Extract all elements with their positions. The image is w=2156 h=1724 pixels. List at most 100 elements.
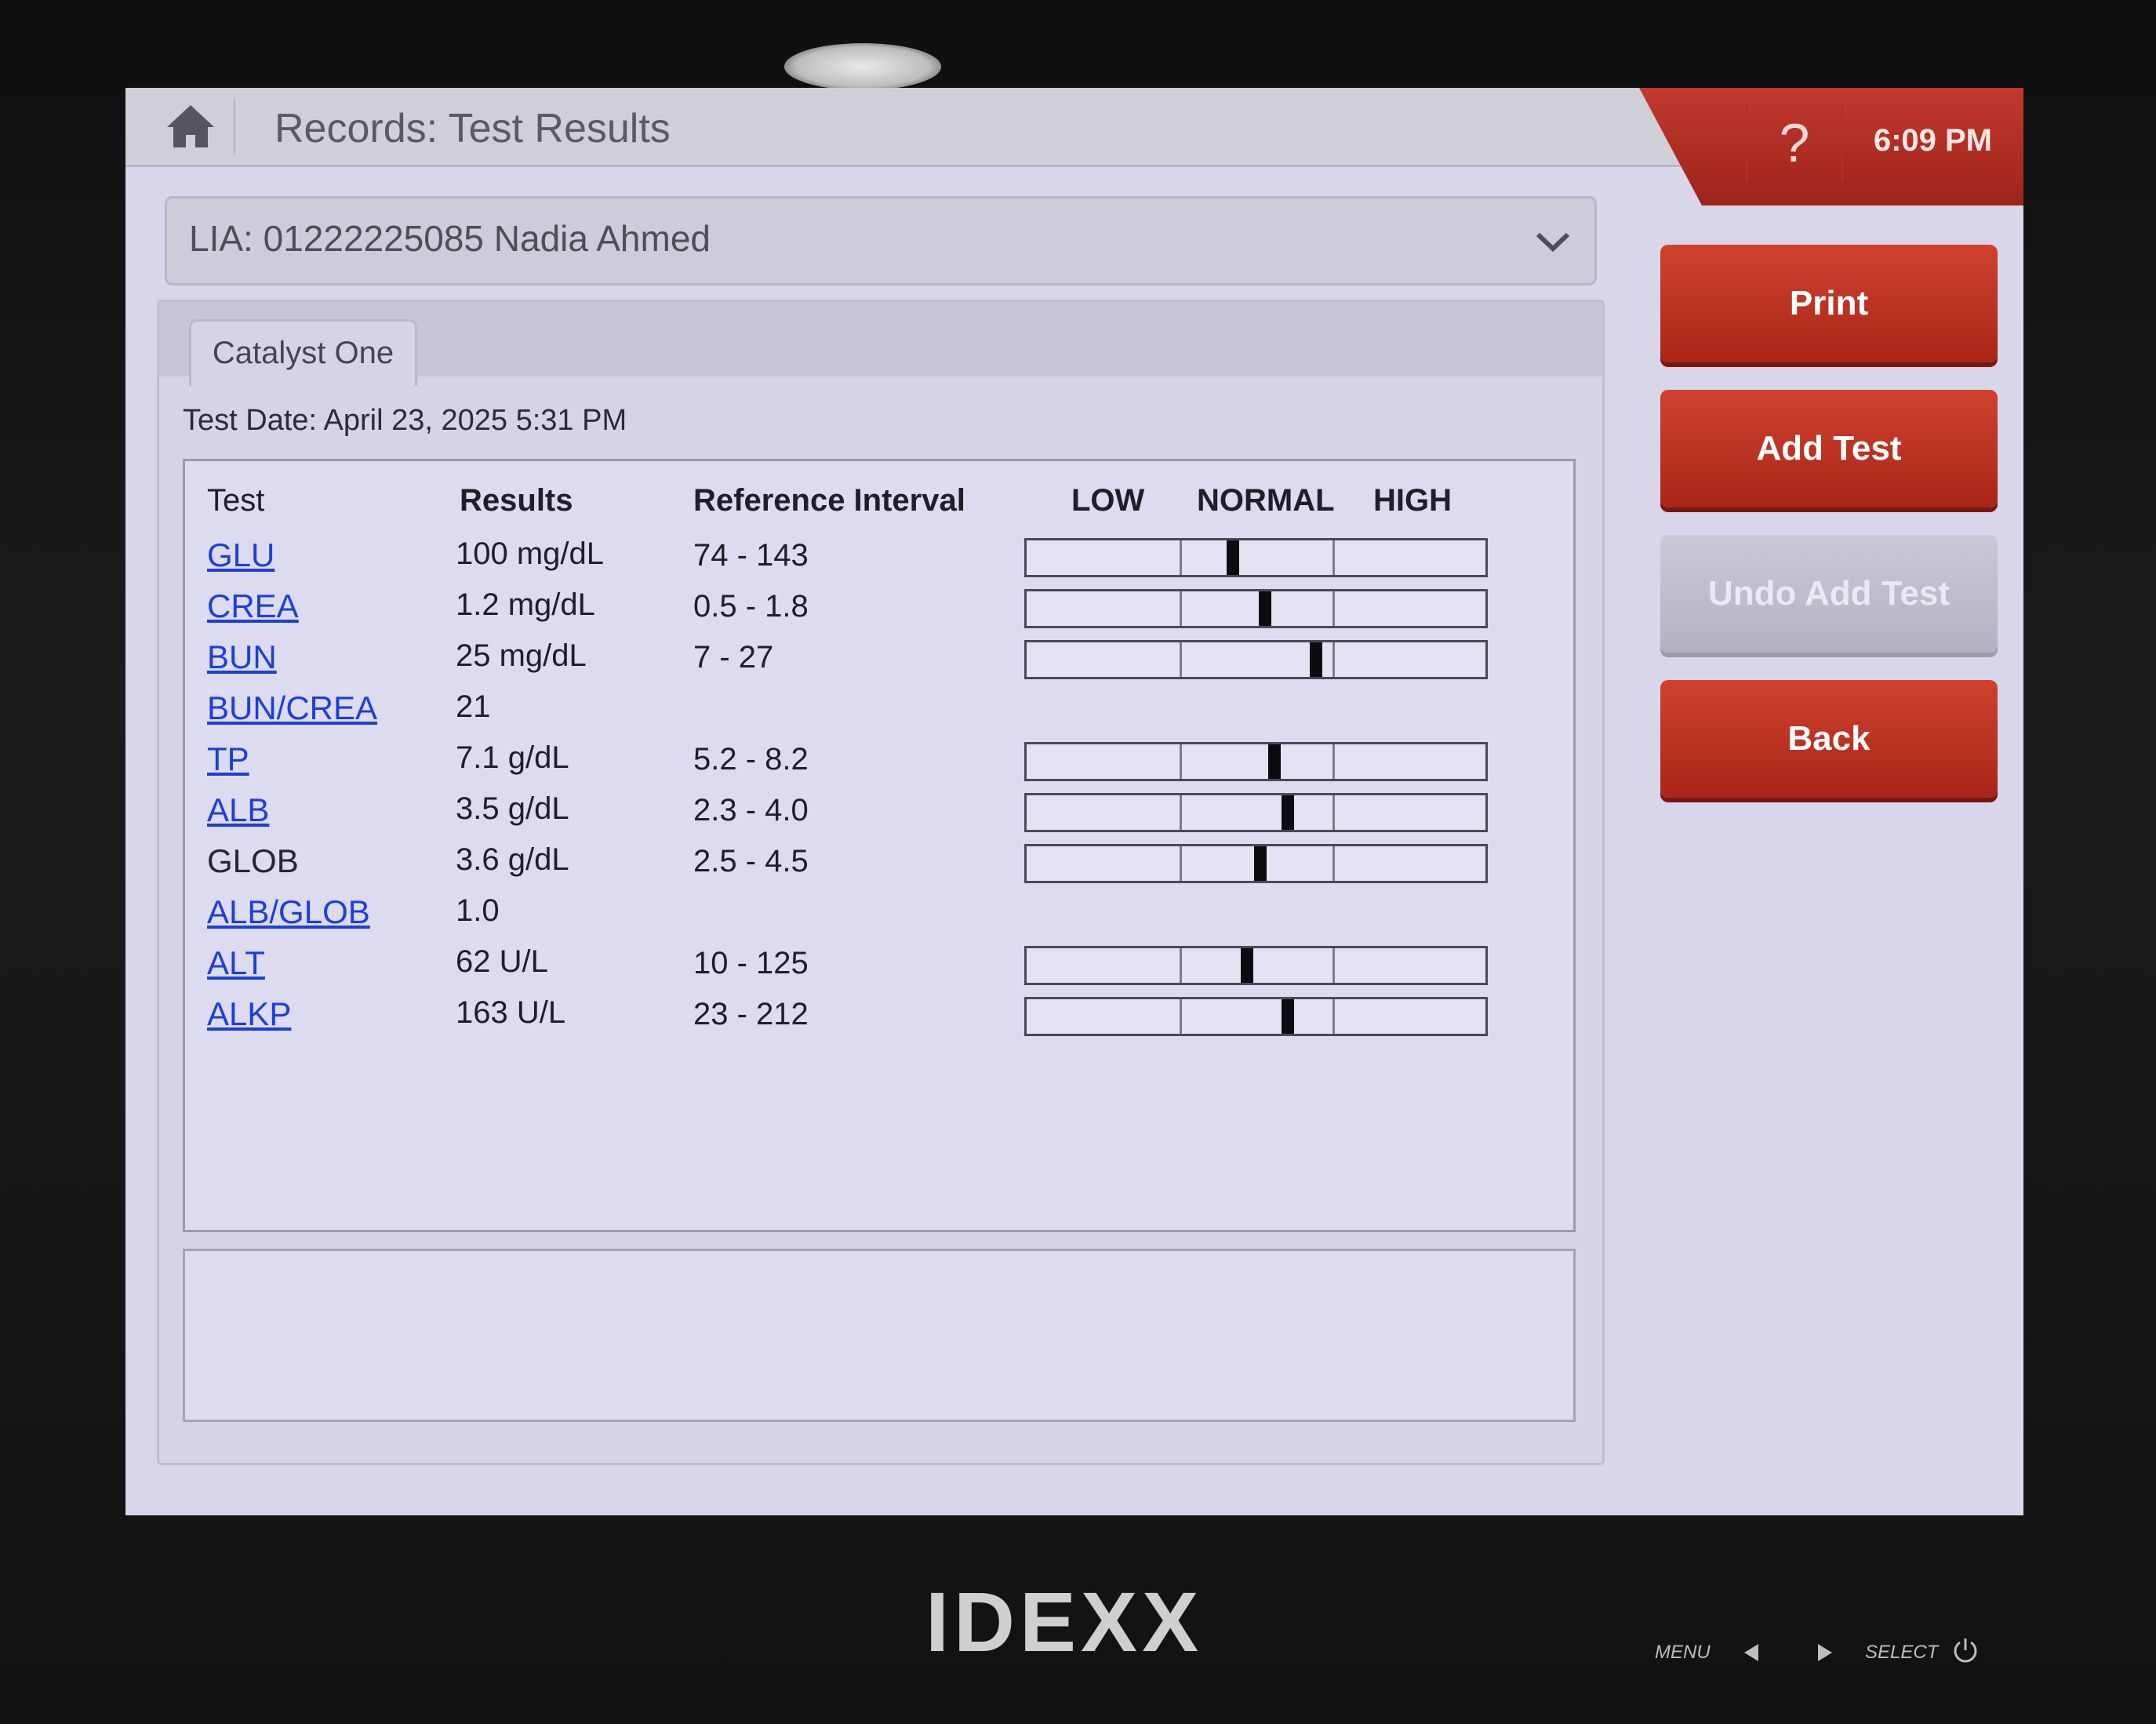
home-button[interactable] <box>147 99 235 154</box>
range-divider <box>1180 744 1182 779</box>
header-low: LOW <box>1071 483 1145 518</box>
add-test-button[interactable]: Add Test <box>1660 390 1998 507</box>
undo-add-test-button: Undo Add Test <box>1660 535 1998 653</box>
table-row: ALT 62 U/L 10 - 125 <box>185 938 1573 985</box>
camera-lens <box>784 43 941 90</box>
range-divider <box>1333 540 1335 575</box>
header-high: HIGH <box>1373 483 1452 518</box>
brand-logo: IDEXX <box>925 1574 1204 1669</box>
tab-catalyst-one[interactable]: Catalyst One <box>189 319 417 386</box>
back-button[interactable]: Back <box>1660 680 1998 798</box>
reference-interval: 2.3 - 4.0 <box>693 793 809 827</box>
test-name-alb[interactable]: ALB <box>207 791 269 829</box>
test-result: 1.2 mg/dL <box>456 587 595 622</box>
patient-selector-value: LIA: 01222225085 Nadia Ahmed <box>189 218 711 259</box>
header-normal: NORMAL <box>1197 483 1335 518</box>
range-marker <box>1267 744 1281 779</box>
test-result: 3.5 g/dL <box>456 791 569 826</box>
patient-selector[interactable]: LIA: 01222225085 Nadia Ahmed <box>165 196 1597 286</box>
reference-interval: 23 - 212 <box>693 997 809 1031</box>
range-divider <box>1333 642 1335 677</box>
range-divider <box>1180 948 1182 983</box>
clock-time: 6:09 PM <box>1873 123 1992 158</box>
table-row: BUN 25 mg/dL 7 - 27 <box>185 632 1573 679</box>
page-title: Records: Test Results <box>274 106 671 151</box>
test-name-alt[interactable]: ALT <box>207 944 265 982</box>
range-bar <box>1024 640 1488 679</box>
range-bar <box>1024 538 1488 577</box>
range-divider <box>1180 795 1182 830</box>
range-divider <box>1180 846 1182 881</box>
range-divider <box>1333 795 1335 830</box>
comments-box[interactable] <box>183 1249 1576 1422</box>
range-divider <box>1180 999 1182 1034</box>
range-marker <box>1254 846 1267 881</box>
test-result: 3.6 g/dL <box>456 842 569 877</box>
menu-button[interactable]: MENU <box>1655 1642 1711 1664</box>
test-name-alkp[interactable]: ALKP <box>207 995 291 1033</box>
table-row: CREA 1.2 mg/dL 0.5 - 1.8 <box>185 581 1573 628</box>
test-name-glu[interactable]: GLU <box>207 536 274 574</box>
test-result: 100 mg/dL <box>456 536 605 571</box>
test-result: 1.0 <box>456 893 500 928</box>
range-bar <box>1024 844 1488 883</box>
range-divider <box>1333 846 1335 881</box>
test-name-tp[interactable]: TP <box>207 740 249 778</box>
range-bar <box>1024 997 1488 1036</box>
table-row: BUN/CREA 21 <box>185 683 1573 730</box>
select-button[interactable]: SELECT <box>1865 1642 1938 1664</box>
test-result: 21 <box>456 689 491 724</box>
range-marker <box>1282 999 1295 1034</box>
help-icon: ? <box>1779 112 1810 173</box>
results-table: Test Results Reference Interval LOW NORM… <box>183 459 1576 1232</box>
table-row: TP 7.1 g/dL 5.2 - 8.2 <box>185 734 1573 781</box>
table-row: ALB 3.5 g/dL 2.3 - 4.0 <box>185 785 1573 832</box>
chevron-down-icon <box>1536 232 1570 253</box>
range-divider <box>1333 999 1335 1034</box>
table-row: GLU 100 mg/dL 74 - 143 <box>185 530 1573 577</box>
screen: Records: Test Results ? 6:09 PM LIA: 012… <box>125 88 2023 1515</box>
range-marker <box>1227 540 1240 575</box>
help-button[interactable]: ? <box>1746 104 1843 182</box>
print-button[interactable]: Print <box>1660 245 1998 362</box>
range-divider <box>1333 591 1335 626</box>
results-panel: Catalyst One Test Date: April 23, 2025 5… <box>157 300 1605 1465</box>
reference-interval: 5.2 - 8.2 <box>693 742 809 777</box>
header-results: Results <box>460 483 573 518</box>
test-result: 62 U/L <box>456 944 548 979</box>
analyzer-device: Records: Test Results ? 6:09 PM LIA: 012… <box>0 0 2156 1724</box>
table-row: ALB/GLOB 1.0 <box>185 887 1573 934</box>
power-icon[interactable] <box>1951 1636 1980 1664</box>
range-divider <box>1180 540 1182 575</box>
range-divider <box>1180 591 1182 626</box>
home-icon <box>167 105 214 147</box>
range-divider <box>1180 642 1182 677</box>
test-date: Test Date: April 23, 2025 5:31 PM <box>183 404 627 437</box>
test-name-crea[interactable]: CREA <box>207 587 299 625</box>
reference-interval: 74 - 143 <box>693 538 809 573</box>
header-test: Test <box>207 483 265 518</box>
test-name-bun-crea[interactable]: BUN/CREA <box>207 689 377 727</box>
reference-interval: 7 - 27 <box>693 640 774 675</box>
tab-strip: Catalyst One <box>159 302 1602 386</box>
test-name-bun[interactable]: BUN <box>207 638 277 676</box>
range-marker <box>1282 795 1295 830</box>
table-row: GLOB 3.6 g/dL 2.5 - 4.5 <box>185 836 1573 883</box>
reference-interval: 10 - 125 <box>693 946 809 980</box>
table-row: ALKP 163 U/L 23 - 212 <box>185 989 1573 1036</box>
range-marker <box>1309 642 1322 677</box>
range-bar <box>1024 946 1488 985</box>
header-reference-interval: Reference Interval <box>693 483 965 518</box>
reference-interval: 0.5 - 1.8 <box>693 589 809 624</box>
range-bar <box>1024 793 1488 832</box>
test-result: 163 U/L <box>456 995 566 1030</box>
range-divider <box>1333 744 1335 779</box>
test-name-glob: GLOB <box>207 842 299 879</box>
triangle-left-icon[interactable] <box>1743 1642 1760 1663</box>
range-bar <box>1024 742 1488 781</box>
range-marker <box>1259 591 1272 626</box>
test-name-alb-glob[interactable]: ALB/GLOB <box>207 893 370 931</box>
triangle-right-icon[interactable] <box>1816 1642 1834 1663</box>
range-marker <box>1240 948 1253 983</box>
reference-interval: 2.5 - 4.5 <box>693 844 809 878</box>
